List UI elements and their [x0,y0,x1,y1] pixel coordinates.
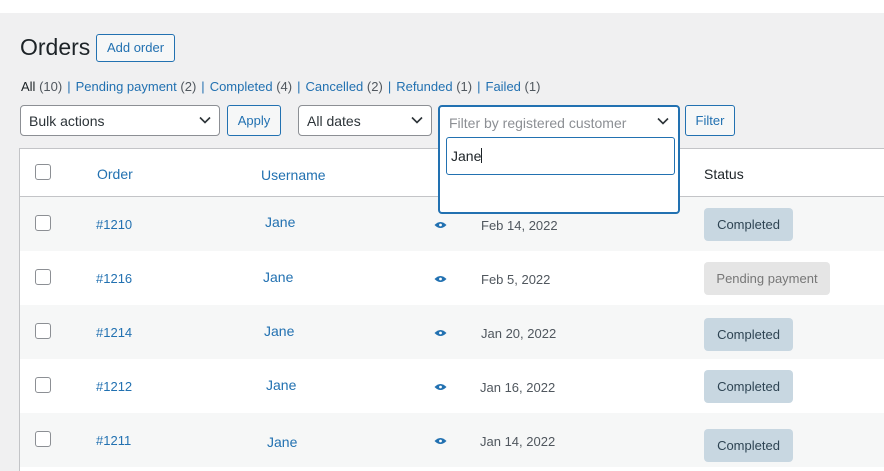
customer-search-input[interactable]: Jane [446,137,675,175]
filter-link-all[interactable]: All (10) [21,79,62,94]
order-number-link[interactable]: #1216 [96,271,132,286]
status-badge: Completed [704,208,793,241]
filter-link-label: Failed [485,79,521,94]
username-link[interactable]: Jane [266,377,296,393]
filter-link-completed[interactable]: Completed (4) [210,79,292,94]
apply-button[interactable]: Apply [227,105,281,136]
order-date: Jan 14, 2022 [480,434,556,449]
eye-icon[interactable] [434,437,447,445]
chevron-down-icon [411,116,423,124]
filter-link-refunded[interactable]: Refunded (1) [396,79,472,94]
separator: | [201,79,205,94]
username-link[interactable]: Jane [264,323,294,339]
filter-link-count: (1) [456,79,473,94]
filter-link-pending-payment[interactable]: Pending payment (2) [76,79,197,94]
bulk-actions-value: Bulk actions [29,113,105,129]
filter-link-label: Completed [209,79,273,94]
column-username[interactable]: Username [261,167,326,183]
filter-link-count: (4) [276,79,293,94]
username-link[interactable]: Jane [263,269,293,285]
top-strip [0,0,884,13]
status-filter-links: All (10) | Pending payment (2) | Completed (… [21,79,540,94]
column-order[interactable]: Order [97,166,133,182]
customer-filter-dropdown[interactable]: Filter by registered customer Jane [438,105,680,214]
filter-link-label: Pending payment [75,79,177,94]
row-checkbox[interactable] [35,269,51,285]
separator: | [387,79,392,94]
row-checkbox[interactable] [35,215,51,231]
chevron-down-icon [657,117,669,125]
row-checkbox[interactable] [35,323,51,339]
eye-icon[interactable] [434,221,447,229]
status-badge: Completed [704,318,793,351]
text-cursor [481,148,483,163]
status-badge: Completed [704,429,793,462]
order-number-link[interactable]: #1212 [96,379,132,394]
dates-value: All dates [307,113,361,129]
select-all-checkbox[interactable] [35,164,51,180]
order-number-link[interactable]: #1211 [96,433,131,448]
username-link[interactable]: Jane [267,434,297,450]
order-date: Feb 14, 2022 [481,218,558,233]
order-date: Feb 5, 2022 [481,272,551,287]
filter-link-cancelled[interactable]: Cancelled (2) [305,79,382,94]
dates-select[interactable]: All dates [298,105,432,136]
order-number-link[interactable]: #1210 [96,217,132,232]
row-checkbox[interactable] [35,431,51,447]
column-status: Status [704,166,744,182]
status-badge: Completed [704,370,793,403]
table-row[interactable]: #1214 Jane Jan 20, 2022 Completed [20,305,884,359]
order-date: Jan 16, 2022 [480,380,556,395]
bulk-actions-select[interactable]: Bulk actions [20,105,220,136]
filter-link-count: (2) [366,79,383,94]
filter-link-label: All [21,79,36,94]
chevron-down-icon [199,116,211,124]
separator: | [297,79,301,94]
separator: | [67,79,71,94]
filter-link-count: (10) [39,79,63,94]
page-title: Orders [20,34,91,60]
filter-link-label: Refunded [396,79,453,94]
filter-link-label: Cancelled [305,79,364,94]
table-row[interactable]: #1216 Jane Feb 5, 2022 Pending payment [20,251,884,305]
add-order-button[interactable]: Add order [96,34,175,62]
filter-button[interactable]: Filter [685,105,735,136]
eye-icon[interactable] [434,275,447,283]
separator: | [477,79,481,94]
customer-search-value: Jane [451,148,482,164]
row-checkbox[interactable] [35,377,51,393]
filter-link-count: (2) [180,79,197,94]
username-link[interactable]: Jane [265,214,295,230]
order-date: Jan 20, 2022 [481,326,557,341]
filter-link-failed[interactable]: Failed (1) [486,79,541,94]
filter-link-count: (1) [524,79,541,94]
eye-icon[interactable] [434,329,447,337]
status-badge: Pending payment [704,262,830,295]
customer-filter-placeholder: Filter by registered customer [449,115,627,131]
table-row[interactable]: #1212 Jane Jan 16, 2022 Completed [20,359,884,413]
eye-icon[interactable] [434,383,447,391]
order-number-link[interactable]: #1214 [96,325,132,340]
table-row[interactable]: #1211 Jane Jan 14, 2022 Completed [20,413,884,467]
